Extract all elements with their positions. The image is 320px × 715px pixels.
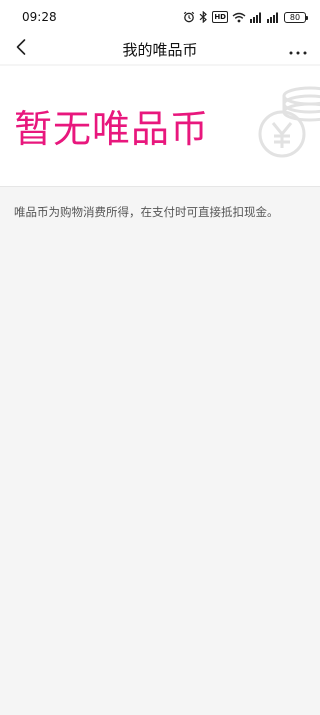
more-button[interactable] [286,38,310,60]
empty-state-title: 暂无唯品币 [14,107,210,151]
more-horizontal-icon [289,40,307,59]
bluetooth-icon [199,11,208,23]
navigation-bar: 我的唯品币 [0,34,320,64]
status-time: 09:28 [22,10,57,24]
signal-icon [250,11,263,23]
back-button[interactable] [10,38,32,60]
battery-icon: 80 [284,11,308,23]
empty-state-banner: 暂无唯品币 [0,66,320,186]
wifi-icon [232,11,246,23]
divider [0,186,320,187]
yen-coin-stack-icon [254,82,320,170]
chevron-left-icon [15,38,27,60]
alarm-icon [183,11,195,23]
status-bar: 09:28 HD 80 [0,0,320,34]
signal-icon [267,11,280,23]
page-title: 我的唯品币 [122,40,198,59]
description-text: 唯品币为购物消费所得，在支付时可直接抵扣现金。 [14,205,279,219]
status-icons: HD 80 [183,11,308,23]
hd-icon: HD [212,11,228,23]
